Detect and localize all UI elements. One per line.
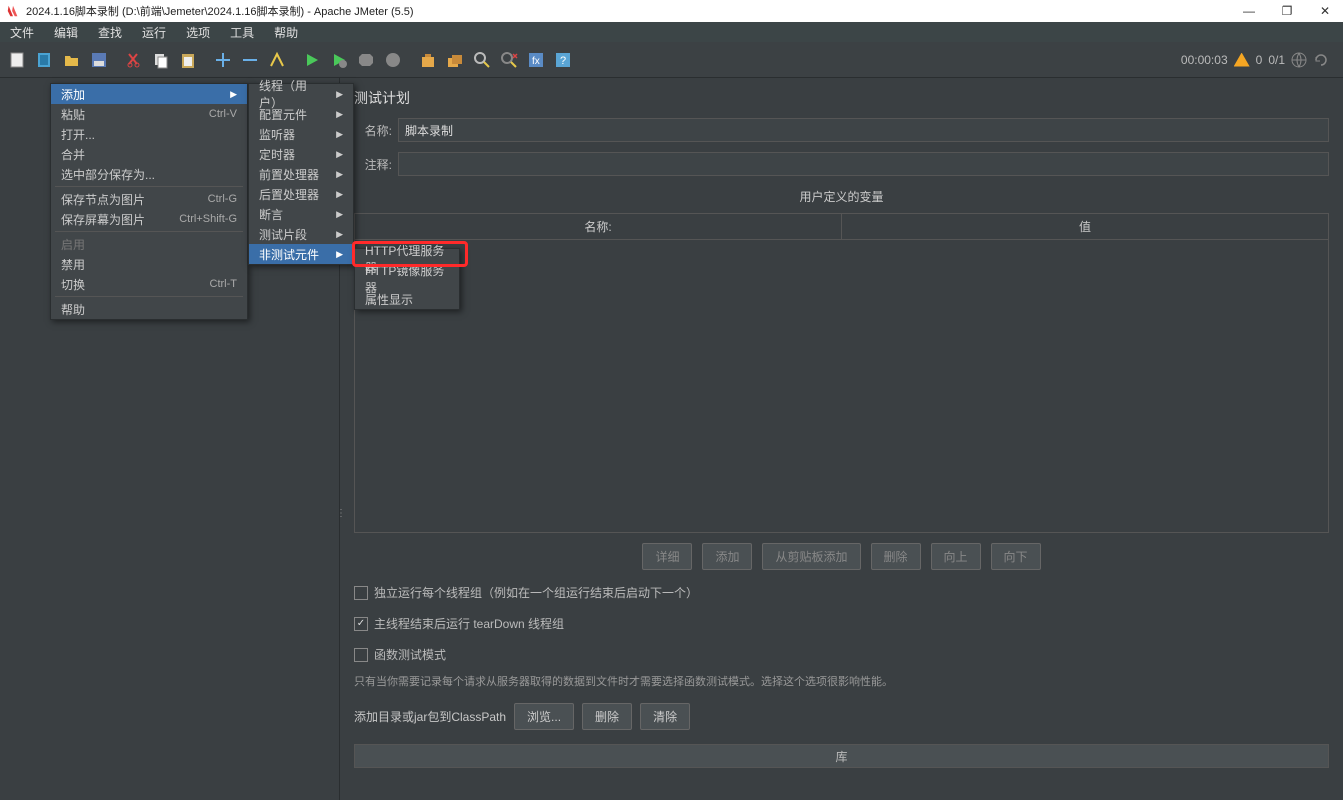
submenu-nontest: HTTP代理服务器 HTTP镜像服务器 属性显示 <box>354 248 460 310</box>
uservars-title: 用户定义的变量 <box>354 188 1329 205</box>
ctx-enable: 启用 <box>51 234 247 254</box>
serial-checkbox[interactable] <box>354 586 368 600</box>
threads-total: 0/1 <box>1268 53 1285 67</box>
function-icon[interactable]: fx <box>524 48 548 72</box>
globe-icon <box>1291 52 1307 68</box>
minimize-button[interactable]: — <box>1237 1 1261 21</box>
menu-tools[interactable]: 工具 <box>226 22 258 43</box>
warning-icon[interactable] <box>1234 53 1250 67</box>
help-icon[interactable]: ? <box>551 48 575 72</box>
sub-preprocessor[interactable]: 前置处理器▶ <box>249 164 353 184</box>
teardown-label: 主线程结束后运行 tearDown 线程组 <box>374 615 564 632</box>
toolbar-status: 00:00:03 0 0/1 <box>1181 52 1337 68</box>
name-label: 名称: <box>354 122 392 139</box>
content-panel: 测试计划 名称: 注释: 用户定义的变量 名称: 值 详细 添加 从剪贴板添加 … <box>340 78 1343 800</box>
save-icon[interactable] <box>87 48 111 72</box>
name-input[interactable] <box>398 118 1329 142</box>
svg-text:fx: fx <box>532 56 540 67</box>
menu-edit[interactable]: 编辑 <box>50 22 82 43</box>
menu-file[interactable]: 文件 <box>6 22 38 43</box>
ctx-save-node-image[interactable]: 保存节点为图片Ctrl-G <box>51 189 247 209</box>
splitter-grip-icon[interactable]: ⋮ <box>336 508 346 519</box>
sub-nontest[interactable]: 非测试元件▶ <box>249 244 353 264</box>
functional-checkbox[interactable] <box>354 648 368 662</box>
svg-text:?: ? <box>560 55 566 67</box>
cut-icon[interactable] <box>122 48 146 72</box>
jmeter-icon <box>6 4 20 18</box>
menu-search[interactable]: 查找 <box>94 22 126 43</box>
ctx-toggle[interactable]: 切换Ctrl-T <box>51 274 247 294</box>
sub-listener[interactable]: 监听器▶ <box>249 124 353 144</box>
up-button[interactable]: 向上 <box>931 543 981 570</box>
ctx-save-screen-image[interactable]: 保存屏幕为图片Ctrl+Shift-G <box>51 209 247 229</box>
sub-threads[interactable]: 线程（用户）▶ <box>249 84 353 104</box>
comment-input[interactable] <box>398 152 1329 176</box>
toggle-icon[interactable] <box>265 48 289 72</box>
library-label: 库 <box>835 748 847 765</box>
classpath-label: 添加目录或jar包到ClassPath <box>354 708 506 725</box>
sub-testfragment[interactable]: 测试片段▶ <box>249 224 353 244</box>
context-menu-testplan: 添加▶ 粘贴Ctrl-V 打开... 合并 选中部分保存为... 保存节点为图片… <box>50 83 248 320</box>
panel-title: 测试计划 <box>354 88 1329 108</box>
teardown-checkbox[interactable] <box>354 617 368 631</box>
comment-label: 注释: <box>354 156 392 173</box>
functional-hint: 只有当你需要记录每个请求从服务器取得的数据到文件时才需要选择函数测试模式。选择这… <box>354 673 1329 689</box>
stop-icon[interactable] <box>354 48 378 72</box>
start-icon[interactable] <box>300 48 324 72</box>
titlebar: 2024.1.16脚本录制 (D:\前端\Jemeter\2024.1.16脚本… <box>0 0 1343 22</box>
shutdown-icon[interactable] <box>381 48 405 72</box>
search-icon[interactable] <box>470 48 494 72</box>
col-value: 值 <box>842 214 1328 239</box>
copy-icon[interactable] <box>149 48 173 72</box>
close-button[interactable]: ✕ <box>1313 1 1337 21</box>
col-name: 名称: <box>355 214 842 239</box>
uservars-table[interactable]: 名称: 值 <box>354 213 1329 533</box>
add-button[interactable]: 添加 <box>702 543 752 570</box>
sub-timer[interactable]: 定时器▶ <box>249 144 353 164</box>
paste-icon[interactable] <box>176 48 200 72</box>
sub-assertion[interactable]: 断言▶ <box>249 204 353 224</box>
menubar: 文件 编辑 查找 运行 选项 工具 帮助 <box>0 22 1343 42</box>
toolbar: fx ? 00:00:03 0 0/1 <box>0 42 1343 78</box>
ctx-disable[interactable]: 禁用 <box>51 254 247 274</box>
ctx-help[interactable]: 帮助 <box>51 299 247 319</box>
ctx-open[interactable]: 打开... <box>51 124 247 144</box>
elapsed-time: 00:00:03 <box>1181 53 1228 67</box>
browse-button[interactable]: 浏览... <box>514 703 574 730</box>
submenu-add: 线程（用户）▶ 配置元件▶ 监听器▶ 定时器▶ 前置处理器▶ 后置处理器▶ 断言… <box>248 83 354 265</box>
new-icon[interactable] <box>6 48 30 72</box>
clear-icon[interactable] <box>416 48 440 72</box>
menu-run[interactable]: 运行 <box>138 22 170 43</box>
sub-config[interactable]: 配置元件▶ <box>249 104 353 124</box>
functional-label: 函数测试模式 <box>374 646 446 663</box>
templates-icon[interactable] <box>33 48 57 72</box>
delete-button[interactable]: 删除 <box>871 543 921 570</box>
library-bar: 库 <box>354 744 1329 768</box>
window-title: 2024.1.16脚本录制 (D:\前端\Jemeter\2024.1.16脚本… <box>26 3 1223 19</box>
ctx-add[interactable]: 添加▶ <box>51 84 247 104</box>
ctx-save-selection-as[interactable]: 选中部分保存为... <box>51 164 247 184</box>
ctx-paste[interactable]: 粘贴Ctrl-V <box>51 104 247 124</box>
refresh-icon <box>1313 52 1329 68</box>
sub-postprocessor[interactable]: 后置处理器▶ <box>249 184 353 204</box>
maximize-button[interactable]: ❐ <box>1275 1 1299 21</box>
start-notimers-icon[interactable] <box>327 48 351 72</box>
expand-icon[interactable] <box>211 48 235 72</box>
serial-label: 独立运行每个线程组（例如在一个组运行结束后启动下一个） <box>374 584 698 601</box>
add-from-clipboard-button[interactable]: 从剪贴板添加 <box>762 543 860 570</box>
active-threads: 0 <box>1256 53 1263 67</box>
detail-button[interactable]: 详细 <box>642 543 692 570</box>
down-button[interactable]: 向下 <box>991 543 1041 570</box>
collapse-icon[interactable] <box>238 48 262 72</box>
open-icon[interactable] <box>60 48 84 72</box>
delete-jar-button[interactable]: 删除 <box>582 703 632 730</box>
clear-all-icon[interactable] <box>443 48 467 72</box>
menu-help[interactable]: 帮助 <box>270 22 302 43</box>
item-http-mirror-server[interactable]: HTTP镜像服务器 <box>355 269 459 289</box>
menu-options[interactable]: 选项 <box>182 22 214 43</box>
ctx-merge[interactable]: 合并 <box>51 144 247 164</box>
clear-jar-button[interactable]: 清除 <box>640 703 690 730</box>
reset-search-icon[interactable] <box>497 48 521 72</box>
